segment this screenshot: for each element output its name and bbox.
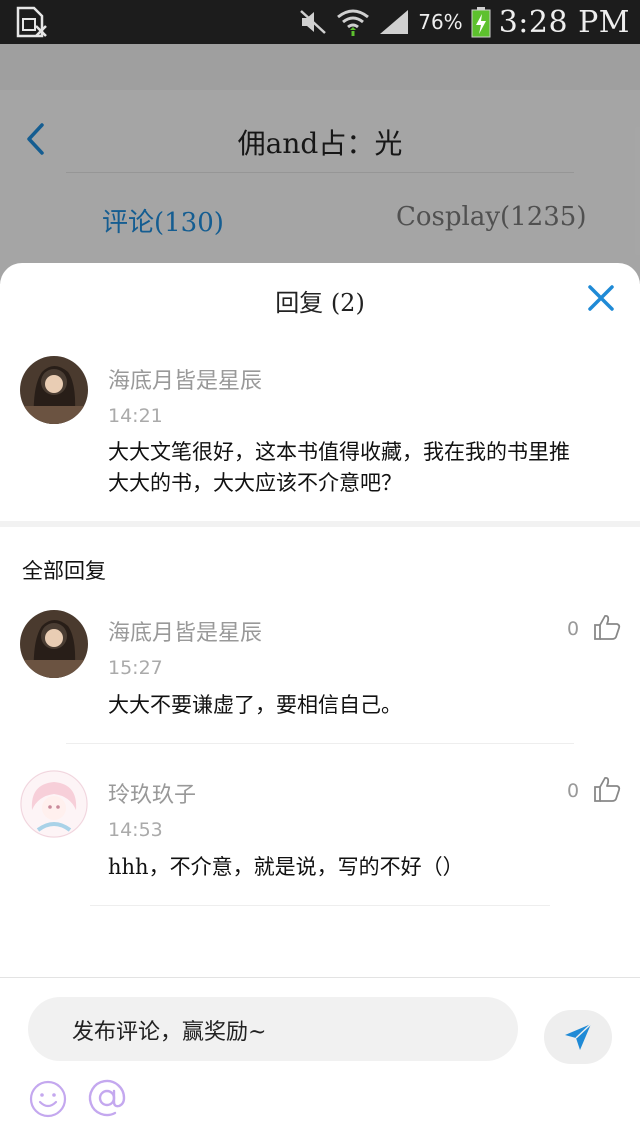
- comment-input[interactable]: 发布评论，赢奖励~: [28, 997, 518, 1061]
- comment-text: 大大文笔很好，这本书值得收藏，我在我的书里推 大大的书，大大应该不介意吧？: [108, 437, 618, 499]
- battery-icon: [471, 7, 491, 38]
- avatar[interactable]: [20, 356, 88, 424]
- modal-overlay[interactable]: [0, 44, 640, 284]
- like-count: 0: [567, 618, 580, 640]
- section-label-all-replies: 全部回复: [22, 559, 106, 583]
- reply-text: hhh，不介意，就是说，写的不好（）: [108, 855, 464, 879]
- comment-text-line: 大大文笔很好，这本书值得收藏，我在我的书里推: [108, 440, 570, 464]
- reply-username[interactable]: 海底月皆是星辰: [108, 615, 262, 647]
- signal-icon: [380, 10, 409, 34]
- thumbs-up-icon[interactable]: [592, 612, 622, 642]
- status-time: 3:28 PM: [498, 4, 630, 40]
- emoji-icon[interactable]: [28, 1079, 68, 1119]
- mute-icon: [300, 10, 327, 34]
- send-icon: [565, 1023, 592, 1050]
- close-icon[interactable]: [586, 283, 616, 313]
- avatar[interactable]: [20, 610, 88, 678]
- reply-time: 15:27: [108, 657, 163, 679]
- comment-input-placeholder: 发布评论，赢奖励~: [72, 1020, 267, 1045]
- reply-time: 14:53: [108, 819, 163, 841]
- comment-text-line: 大大的书，大大应该不介意吧？: [108, 471, 402, 495]
- item-divider: [66, 743, 574, 744]
- reply-sheet: 回复 (2) 海底月皆是星辰 14:21 大大文笔很好，这本书值得收藏，我在我的…: [0, 263, 640, 1138]
- like-count: 0: [567, 780, 580, 802]
- section-separator: [0, 521, 640, 527]
- avatar[interactable]: [20, 770, 88, 838]
- sim-icon: [16, 6, 47, 38]
- battery-percent: 76%: [418, 10, 463, 34]
- thumbs-up-icon[interactable]: [592, 774, 622, 804]
- reply-username[interactable]: 玲玖玖子: [108, 777, 196, 809]
- composer-divider: [0, 977, 640, 978]
- comment-username[interactable]: 海底月皆是星辰: [108, 363, 262, 395]
- send-button[interactable]: [544, 1010, 612, 1064]
- at-icon[interactable]: [86, 1077, 128, 1119]
- wifi-icon: [337, 9, 370, 36]
- comment-time: 14:21: [108, 405, 163, 427]
- reply-text: 大大不要谦虚了，要相信自己。: [108, 693, 402, 717]
- item-divider: [90, 905, 550, 906]
- sheet-title: 回复 (2): [275, 289, 365, 317]
- status-bar: 76% 3:28 PM: [0, 0, 640, 44]
